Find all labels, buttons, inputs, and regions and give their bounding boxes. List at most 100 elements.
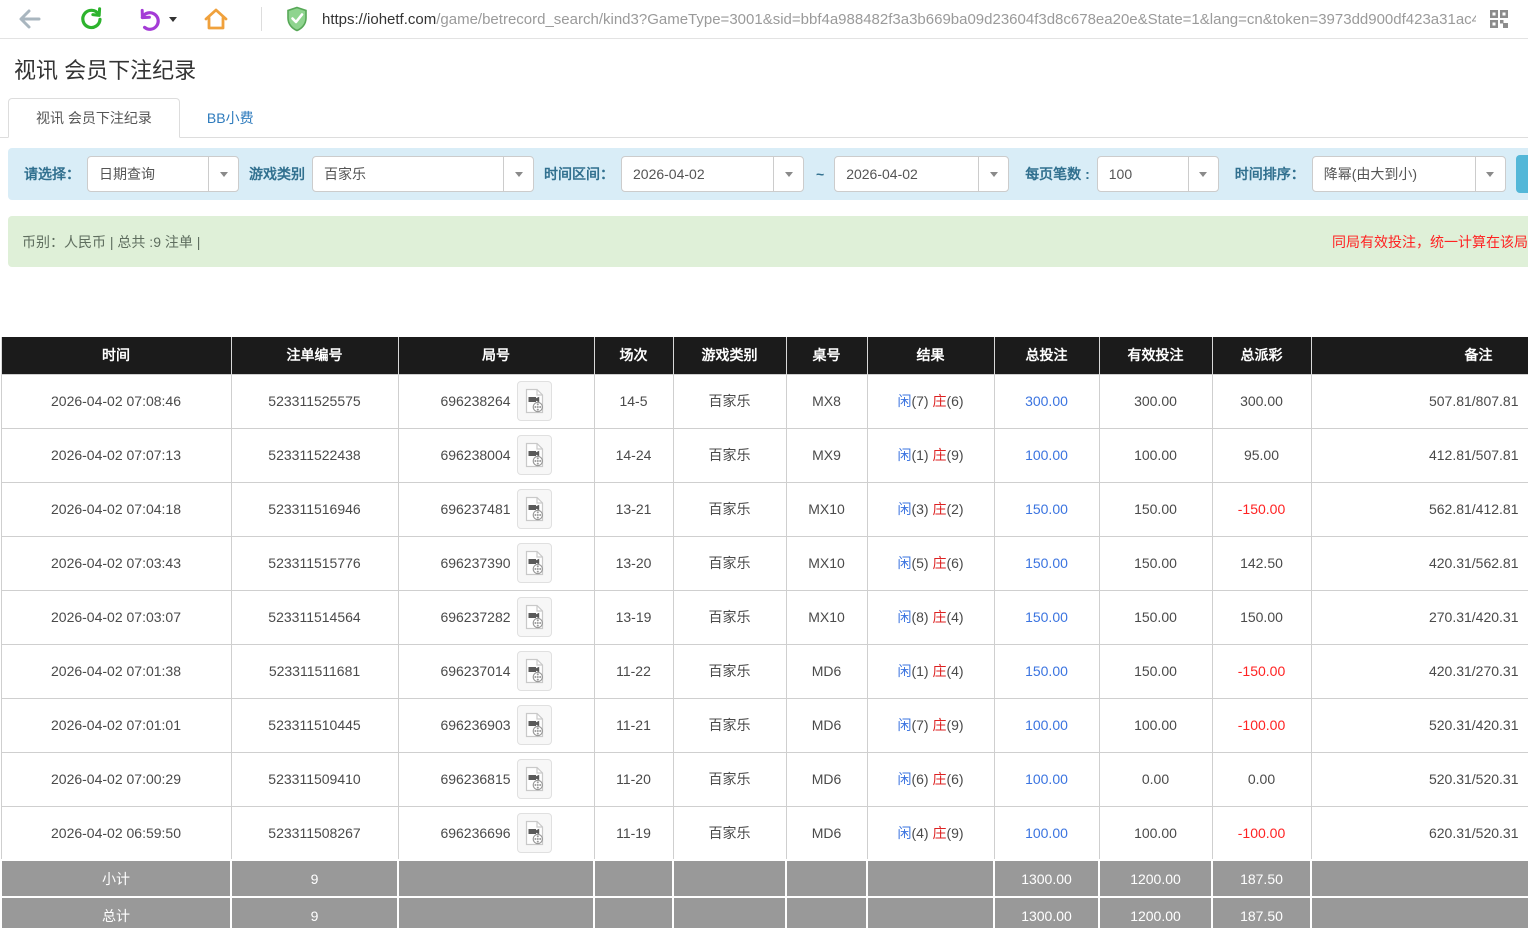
- cell-result: 闲(1) 庄(9): [867, 428, 994, 482]
- game-type-select[interactable]: 百家乐: [312, 156, 534, 192]
- url-domain: https://iohetf.com: [322, 11, 436, 28]
- filter-bar: 请选择： 日期查询 游戏类别 百家乐 时间区间： 2026-04-02 ~ 20…: [8, 148, 1528, 200]
- result-player-label: 闲: [897, 555, 911, 571]
- total-bet-link[interactable]: 300.00: [1025, 393, 1068, 409]
- result-player-label: 闲: [897, 663, 911, 679]
- cell-total-payout: 150.00: [1212, 590, 1311, 644]
- header-round-no: 局号: [398, 337, 594, 374]
- range-separator: ~: [816, 166, 824, 182]
- cell-table-no: MX10: [786, 482, 867, 536]
- cell-table-no: MX10: [786, 536, 867, 590]
- table-header-row: 时间注单编号局号场次游戏类别桌号结果总投注有效投注总派彩备注: [1, 337, 1528, 374]
- time-range-label: 时间区间：: [544, 164, 614, 184]
- query-mode-value: 日期查询: [88, 157, 208, 191]
- cell-table-no: MD6: [786, 698, 867, 752]
- header-result: 结果: [867, 337, 994, 374]
- video-record-icon[interactable]: [517, 651, 552, 691]
- refresh-icon[interactable]: [74, 4, 108, 34]
- video-record-icon[interactable]: [517, 705, 552, 745]
- chevron-down-icon[interactable]: [773, 157, 803, 191]
- video-record-icon[interactable]: [517, 489, 552, 529]
- cell-table-no: MX10: [786, 590, 867, 644]
- result-player-score: (6): [911, 771, 932, 787]
- chevron-down-icon[interactable]: [1475, 157, 1505, 191]
- result-banker-score: (4): [946, 609, 963, 625]
- cell-total-bet: 100.00: [994, 698, 1099, 752]
- total-bet-link[interactable]: 150.00: [1025, 609, 1068, 625]
- round-number: 696237481: [440, 501, 510, 517]
- qr-code-icon[interactable]: [1482, 4, 1516, 34]
- total-bet-link[interactable]: 100.00: [1025, 717, 1068, 733]
- result-player-score: (3): [911, 501, 932, 517]
- video-record-icon[interactable]: [517, 813, 552, 853]
- cell-game-category: 百家乐: [673, 806, 786, 860]
- tab-bb-tips[interactable]: BB小费: [180, 99, 281, 137]
- cell-bet-no: 523311511681: [231, 644, 398, 698]
- browser-toolbar: https://iohetf.com/game/betrecord_search…: [0, 0, 1528, 39]
- result-player-label: 闲: [897, 447, 911, 463]
- date-from-select[interactable]: 2026-04-02: [621, 156, 804, 192]
- chevron-down-icon[interactable]: [503, 157, 533, 191]
- cell-session: 11-22: [594, 644, 673, 698]
- cell-result: 闲(1) 庄(4): [867, 644, 994, 698]
- cell-remark: 562.81/412.81: [1311, 482, 1528, 536]
- result-banker-score: (6): [946, 555, 963, 571]
- undo-control[interactable]: [132, 4, 177, 34]
- video-record-icon[interactable]: [517, 597, 552, 637]
- total-bet-link[interactable]: 150.00: [1025, 555, 1068, 571]
- cell-total-bet: 150.00: [994, 590, 1099, 644]
- date-from-value: 2026-04-02: [622, 157, 773, 191]
- total-bet-link[interactable]: 150.00: [1025, 501, 1068, 517]
- total-row-result: [867, 897, 994, 928]
- result-banker-score: (9): [946, 825, 963, 841]
- subtotal-row-round-no: [398, 860, 594, 897]
- tab-bet-records[interactable]: 视讯 会员下注纪录: [8, 98, 180, 138]
- cell-table-no: MX8: [786, 374, 867, 428]
- cell-bet-no: 523311509410: [231, 752, 398, 806]
- video-record-icon[interactable]: [517, 381, 552, 421]
- undo-icon[interactable]: [132, 4, 166, 34]
- chevron-down-icon[interactable]: [208, 157, 238, 191]
- cell-round-no: 696236696: [398, 806, 594, 860]
- cell-total-payout: -150.00: [1212, 482, 1311, 536]
- video-record-icon[interactable]: [517, 759, 552, 799]
- cell-time: 2026-04-02 07:07:13: [1, 428, 231, 482]
- cell-session: 13-20: [594, 536, 673, 590]
- result-player-label: 闲: [897, 609, 911, 625]
- date-to-select[interactable]: 2026-04-02: [834, 156, 1009, 192]
- cell-table-no: MX9: [786, 428, 867, 482]
- currency-summary-text: 币别：人民币 | 总共 :9 注单 |: [22, 232, 200, 252]
- query-mode-select[interactable]: 日期查询: [87, 156, 239, 192]
- undo-dropdown-caret[interactable]: [169, 17, 177, 22]
- search-button-clipped[interactable]: [1516, 155, 1528, 193]
- round-number: 696236696: [440, 825, 510, 841]
- total-row-session: [594, 897, 673, 928]
- security-shield-icon[interactable]: [280, 4, 314, 34]
- back-icon[interactable]: [12, 4, 46, 34]
- round-cell: 696237390: [399, 543, 594, 583]
- total-bet-link[interactable]: 150.00: [1025, 663, 1068, 679]
- chevron-down-icon[interactable]: [1188, 157, 1218, 191]
- total-bet-link[interactable]: 100.00: [1025, 447, 1068, 463]
- cell-session: 13-21: [594, 482, 673, 536]
- video-record-icon[interactable]: [517, 435, 552, 475]
- subtotal-row-valid-bet: 1200.00: [1099, 860, 1212, 897]
- total-bet-link[interactable]: 100.00: [1025, 771, 1068, 787]
- total-bet-link[interactable]: 100.00: [1025, 825, 1068, 841]
- summary-bar: 币别：人民币 | 总共 :9 注单 | 同局有效投注，统一计算在该局: [8, 216, 1528, 267]
- cell-total-payout: 0.00: [1212, 752, 1311, 806]
- table-row: 2026-04-02 07:03:07523311514564696237282…: [1, 590, 1528, 644]
- header-table-no: 桌号: [786, 337, 867, 374]
- round-number: 696238004: [440, 447, 510, 463]
- page-size-select[interactable]: 100: [1097, 156, 1219, 192]
- sort-select[interactable]: 降幂(由大到小): [1312, 156, 1506, 192]
- cell-round-no: 696237014: [398, 644, 594, 698]
- cell-result: 闲(3) 庄(2): [867, 482, 994, 536]
- cell-total-bet: 150.00: [994, 644, 1099, 698]
- video-record-icon[interactable]: [517, 543, 552, 583]
- home-icon[interactable]: [199, 4, 233, 34]
- result-player-score: (4): [911, 825, 932, 841]
- url-bar[interactable]: https://iohetf.com/game/betrecord_search…: [322, 11, 1476, 28]
- round-cell: 696237014: [399, 651, 594, 691]
- chevron-down-icon[interactable]: [978, 157, 1008, 191]
